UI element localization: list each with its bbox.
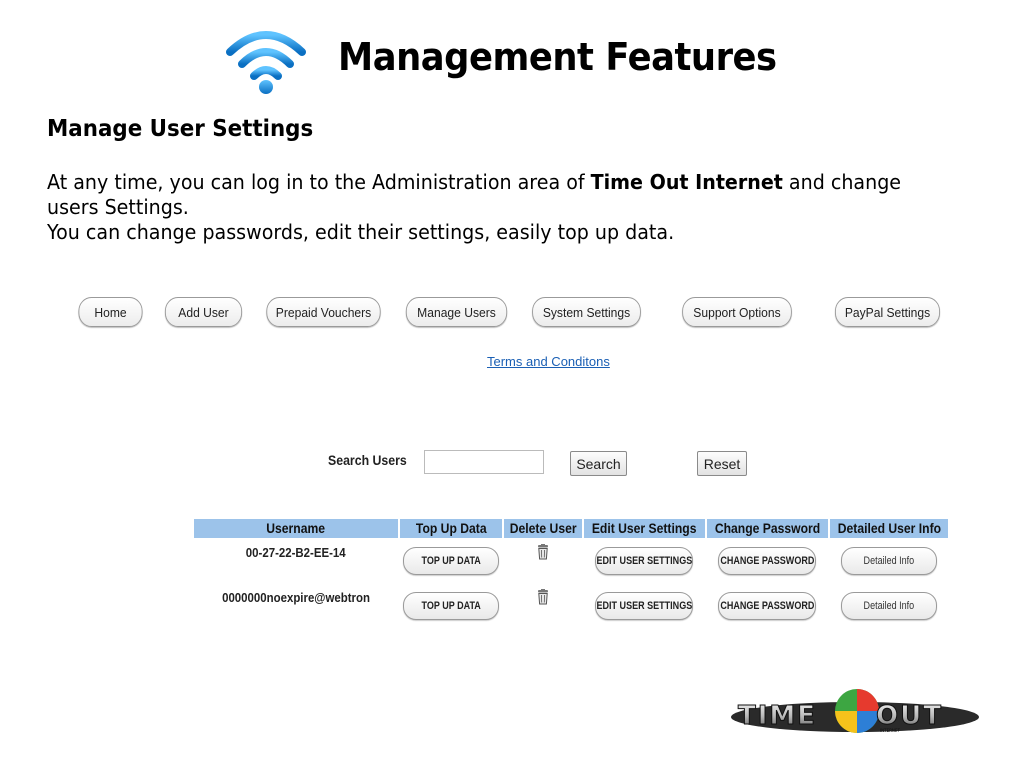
nav-paypal-settings-button[interactable]: PayPal Settings [834,297,941,327]
nav-support-options-button[interactable]: Support Options [682,297,792,327]
detailed-info-button[interactable]: Detailed Info [841,591,937,620]
wifi-icon [226,31,306,94]
header-edit: Edit User Settings [584,519,705,538]
nav-system-settings-button[interactable]: System Settings [532,297,641,327]
logo-text-out: OUT [876,701,943,731]
section-heading: Manage User Settings [47,116,314,142]
change-password-button[interactable]: CHANGE PASSWORD [718,546,817,575]
trash-icon[interactable] [537,544,549,560]
search-input[interactable] [424,450,544,474]
edit-user-settings-button[interactable]: EDIT USER SETTINGS [595,546,694,575]
nav-add-user-button[interactable]: Add User [164,297,243,327]
username-cell: 00-27-22-B2-EE-14 [246,545,346,560]
description-paragraph: At any time, you can log in to the Admin… [47,170,912,245]
edit-user-settings-button[interactable]: EDIT USER SETTINGS [595,591,694,620]
header-top-up: Top Up Data [400,519,502,538]
description-text: At any time, you can log in to the Admin… [47,170,591,194]
nav-home-button[interactable]: Home [78,297,143,327]
detailed-info-button[interactable]: Detailed Info [841,546,937,575]
top-up-data-button[interactable]: TOP UP DATA [403,546,499,575]
trash-icon[interactable] [537,589,549,605]
nav-prepaid-vouchers-button[interactable]: Prepaid Vouchers [266,297,381,327]
username-cell: 0000000noexpire@webtron [222,590,370,605]
top-up-data-button[interactable]: TOP UP DATA [403,591,499,620]
change-password-button[interactable]: CHANGE PASSWORD [718,591,817,620]
header-change-password: Change Password [706,519,828,538]
search-users-label: Search Users [328,452,407,468]
users-table: Username Top Up Data Delete User Edit Us… [192,519,950,628]
nav-manage-users-button[interactable]: Manage Users [405,297,508,327]
terms-link[interactable]: Terms and Conditons [487,354,610,369]
table-row: 0000000noexpire@webtron TOP UP DATA EDIT… [194,583,948,628]
header-detailed-info: Detailed User Info [829,519,949,538]
slide-title: Management Features [338,35,777,79]
time-out-logo: TIME OUT INTERNET [731,689,979,733]
header-username: Username [194,519,398,538]
header-delete: Delete User [504,519,583,538]
description-line-2: You can change passwords, edit their set… [47,220,675,244]
logo-text-time: TIME [738,701,817,731]
product-name: Time Out Internet [590,170,783,194]
reset-button[interactable]: Reset [697,451,747,476]
table-header-row: Username Top Up Data Delete User Edit Us… [194,519,949,538]
table-row: 00-27-22-B2-EE-14 TOP UP DATA EDIT USER … [194,538,948,583]
search-button[interactable]: Search [570,451,627,476]
logo-text-internet: INTERNET [880,728,900,733]
